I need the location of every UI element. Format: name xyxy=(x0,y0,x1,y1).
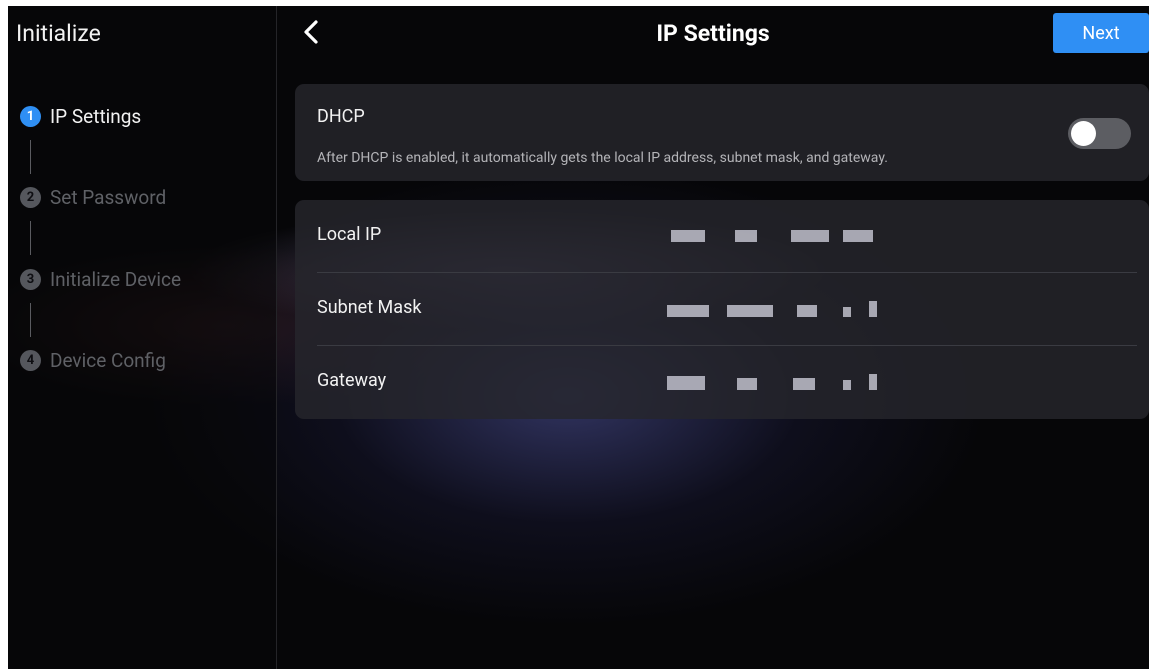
redacted-pixel-block xyxy=(869,374,877,390)
redacted-pixel-block xyxy=(843,230,873,242)
gateway-field[interactable] xyxy=(657,364,917,400)
step-number-badge: 2 xyxy=(20,186,41,208)
step-set-password: 2 Set Password xyxy=(20,184,166,210)
redacted-pixel-block xyxy=(737,378,757,390)
redacted-pixel-block xyxy=(869,301,877,317)
chevron-left-icon[interactable] xyxy=(301,19,323,45)
step-connector xyxy=(30,303,31,337)
dhcp-toggle[interactable] xyxy=(1068,118,1131,149)
step-label: Set Password xyxy=(50,185,167,209)
redacted-pixel-block xyxy=(843,307,851,317)
step-label: IP Settings xyxy=(50,104,142,128)
next-button[interactable]: Next xyxy=(1053,13,1149,53)
sidebar-title: Initialize xyxy=(16,20,101,47)
step-device-config: 4 Device Config xyxy=(20,347,166,373)
local-ip-row: Local IP xyxy=(317,200,1137,272)
step-initialize-device: 3 Initialize Device xyxy=(20,266,181,292)
redacted-pixel-block xyxy=(667,305,709,317)
step-connector xyxy=(30,140,31,174)
network-settings-card: Local IP Subnet Mask Gateway xyxy=(295,200,1149,419)
toggle-knob xyxy=(1071,121,1096,146)
redacted-pixel-block xyxy=(667,376,705,390)
step-connector xyxy=(30,221,31,255)
device-screen: Initialize 1 IP Settings 2 Set Password … xyxy=(8,6,1149,669)
header-bar: IP Settings Next xyxy=(277,6,1149,62)
redacted-pixel-block xyxy=(843,380,851,390)
dhcp-card: DHCP After DHCP is enabled, it automatic… xyxy=(295,84,1149,181)
step-label: Device Config xyxy=(50,348,166,372)
subnet-mask-field[interactable] xyxy=(657,291,917,327)
subnet-mask-row: Subnet Mask xyxy=(317,273,1137,345)
redacted-pixel-block xyxy=(671,230,705,242)
step-ip-settings: 1 IP Settings xyxy=(20,103,141,129)
redacted-pixel-block xyxy=(793,378,815,390)
local-ip-field[interactable] xyxy=(657,218,917,254)
step-label: Initialize Device xyxy=(50,267,182,291)
redacted-pixel-block xyxy=(797,305,817,317)
gateway-row: Gateway xyxy=(317,346,1137,418)
sidebar: Initialize 1 IP Settings 2 Set Password … xyxy=(8,6,277,669)
local-ip-label: Local IP xyxy=(317,224,382,245)
step-number-badge: 4 xyxy=(20,349,41,371)
dhcp-title: DHCP xyxy=(317,106,365,127)
step-number-badge: 1 xyxy=(20,105,41,127)
redacted-pixel-block xyxy=(791,230,829,242)
step-number-badge: 3 xyxy=(20,268,41,290)
page-title: IP Settings xyxy=(656,20,770,47)
dhcp-description: After DHCP is enabled, it automatically … xyxy=(317,150,888,166)
subnet-mask-label: Subnet Mask xyxy=(317,297,422,318)
gateway-label: Gateway xyxy=(317,370,387,391)
redacted-pixel-block xyxy=(727,305,773,317)
redacted-pixel-block xyxy=(735,230,757,242)
